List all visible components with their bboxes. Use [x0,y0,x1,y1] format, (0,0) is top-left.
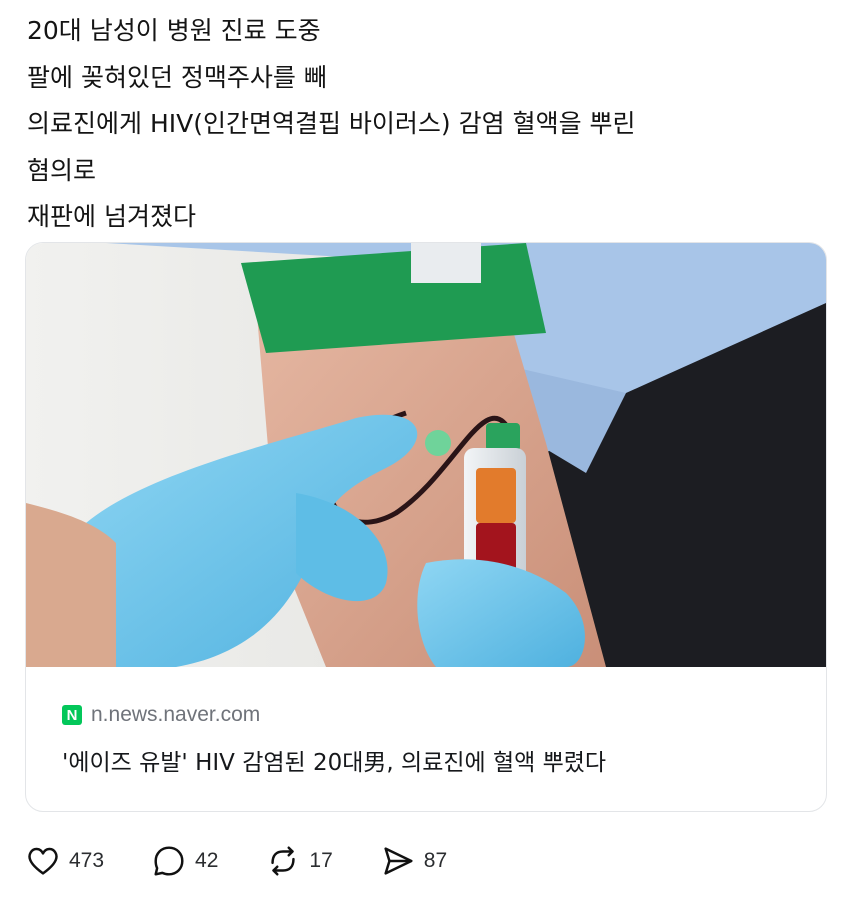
link-source-row: N n.news.naver.com [62,703,260,727]
post-text-line: 팔에 꽂혀있던 정맥주사를 빼 [27,62,327,92]
naver-logo-icon: N [62,705,82,725]
post-text: 20대 남성이 병원 진료 도중 팔에 꽂혀있던 정맥주사를 빼 의료진에게 H… [27,8,827,241]
repost-arrows-icon [271,846,296,876]
post-text-line: 혐의로 [27,155,97,185]
repost-button[interactable]: 17 [264,842,333,880]
article-thumbnail-image[interactable] [26,243,826,667]
post-text-line: 재판에 넘겨졌다 [27,202,196,231]
link-title[interactable]: '에이즈 유발' HIV 감염된 20대男, 의료진에 혈액 뿌렸다 [62,743,802,777]
reply-count: 42 [195,849,219,872]
post-text-line: 20대 남성이 병원 진료 도중 [27,16,321,45]
post-actions-bar: 473 42 17 87 [24,841,824,881]
heart-icon [28,847,58,875]
post-text-line: 의료진에게 HIV(인간면역결핍 바이러스) 감염 혈액을 뿌린 [27,109,636,138]
link-preview-meta: N n.news.naver.com '에이즈 유발' HIV 감염된 20대男… [26,667,826,811]
share-button[interactable]: 87 [379,842,447,880]
link-source-domain: n.news.naver.com [91,703,261,726]
speech-bubble-icon [154,846,184,876]
share-count: 87 [423,849,448,872]
repost-count: 17 [309,849,333,872]
paper-plane-icon [384,847,413,875]
reply-button[interactable]: 42 [150,842,218,880]
like-count: 473 [69,849,105,872]
link-preview-card[interactable]: N n.news.naver.com '에이즈 유발' HIV 감염된 20대男… [25,242,827,812]
like-button[interactable]: 473 [24,842,104,880]
